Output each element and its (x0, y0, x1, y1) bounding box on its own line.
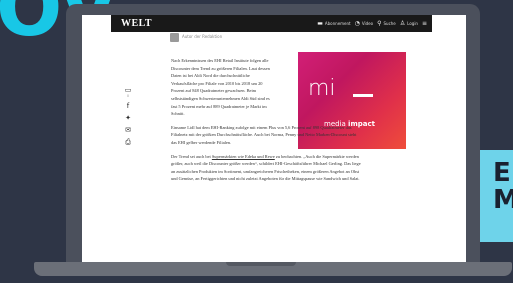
background-side-text: E M (493, 160, 513, 215)
laptop-notch (226, 262, 296, 266)
nav-search-label: Suche (383, 21, 396, 26)
menu-icon: ≡ (421, 20, 427, 27)
laptop-frame: WELT ▬ Abonnement ◔ Video ⚲ Suche ♙ Logi… (66, 4, 480, 269)
twitter-icon[interactable]: ✦ (125, 115, 131, 122)
header-nav: ▬ Abonnement ◔ Video ⚲ Suche ♙ Login ≡ (317, 20, 427, 27)
nav-abonnement-label: Abonnement (324, 21, 351, 26)
play-icon: ◔ (354, 20, 360, 27)
nav-video-label: Video (361, 21, 374, 26)
email-icon[interactable]: ✉ (125, 127, 131, 134)
nav-login[interactable]: ♙ Login (400, 20, 418, 27)
comment-count: 0 (126, 94, 130, 98)
article-paragraph-1: Nach Erkenntnissen des EHI Retail Instit… (171, 58, 270, 117)
nav-abonnement[interactable]: ▬ Abonnement (317, 20, 350, 27)
facebook-icon[interactable]: f (127, 103, 129, 110)
site-logo[interactable]: WELT (121, 18, 152, 29)
nav-menu[interactable]: ≡ (422, 20, 427, 27)
nav-search[interactable]: ⚲ Suche (377, 20, 396, 27)
site-header: WELT ▬ Abonnement ◔ Video ⚲ Suche ♙ Logi… (111, 15, 432, 32)
article-paragraph-3: Der Trend sei auch bei Supermärkten wie … (171, 153, 361, 183)
author-byline: Autor der Redaktion (170, 33, 230, 42)
document-icon: ▬ (317, 20, 323, 27)
article-paragraph-2: Einsame Lidl hat dem EHI-Ranking zufolge… (171, 124, 357, 145)
avatar (170, 33, 179, 42)
article-body: Nach Erkenntnissen des EHI Retail Instit… (171, 57, 361, 189)
print-icon[interactable]: ⎙ (125, 139, 131, 146)
nav-video[interactable]: ◔ Video (355, 20, 373, 27)
nav-login-label: Login (407, 21, 418, 26)
article-paragraph-3-start: Der Trend sei auch bei (171, 153, 212, 159)
user-icon: ♙ (399, 20, 406, 27)
share-bar: ▭ 0 f ✦ ✉ ⎙ (122, 87, 134, 146)
byline-text: Autor der Redaktion (182, 34, 223, 39)
search-icon: ⚲ (377, 20, 382, 27)
browser-screen: WELT ▬ Abonnement ◔ Video ⚲ Suche ♙ Logi… (82, 15, 466, 269)
comment-icon[interactable]: ▭ (125, 87, 132, 94)
supermarket-link[interactable]: Supermärkten wie Edeka und Rewe (212, 154, 275, 159)
